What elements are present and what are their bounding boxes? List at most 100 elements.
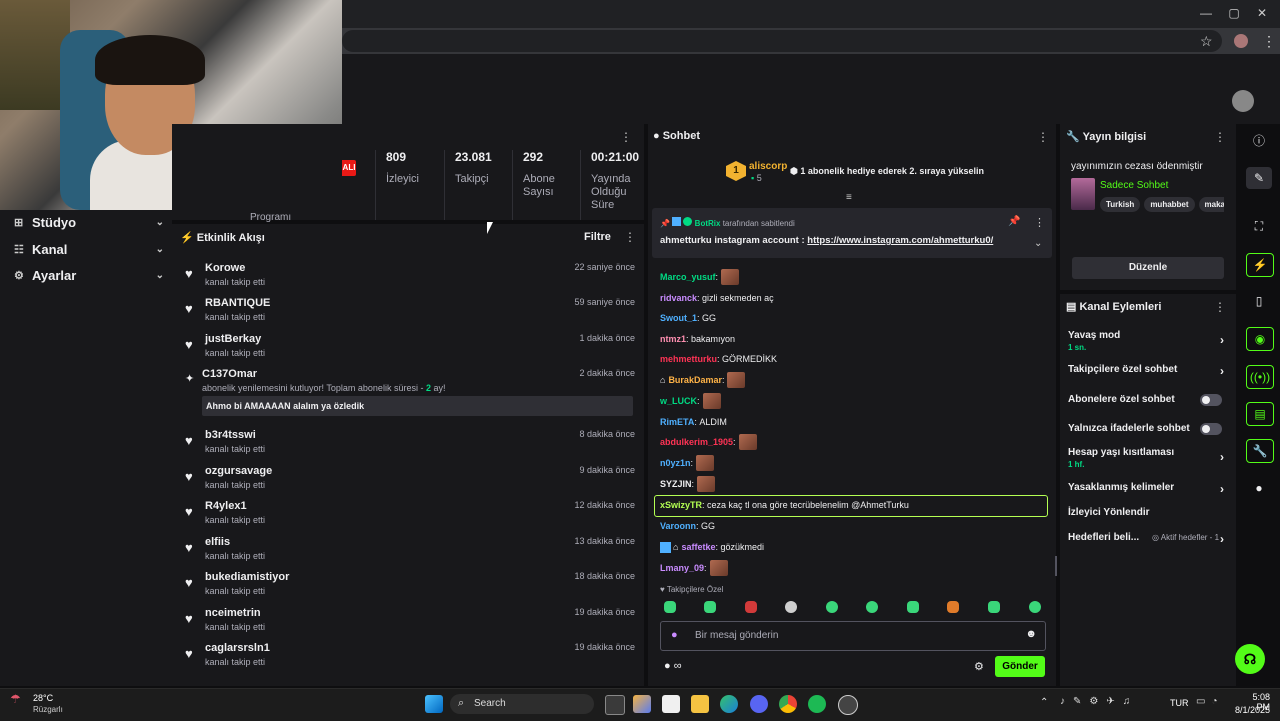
action-emote-only[interactable]: Yalnızca ifadelerle sohbet: [1068, 423, 1228, 435]
emote-icon[interactable]: [866, 601, 878, 613]
emoji-icon[interactable]: ☻: [1025, 628, 1037, 640]
emote-icon[interactable]: [785, 601, 797, 613]
feed-item[interactable]: ♥ bukediamistiyor kanalı takip etti 18 da…: [185, 571, 635, 596]
profile-avatar[interactable]: [1234, 34, 1248, 48]
emote-only-toggle[interactable]: [1200, 423, 1222, 435]
bookmark-star-icon[interactable]: ☆: [1200, 33, 1213, 50]
badges-icon[interactable]: ●: [1246, 477, 1272, 499]
chat-badges-icon[interactable]: ● ∞: [664, 660, 682, 672]
chat-message[interactable]: Marco_yusuf:: [660, 269, 740, 285]
action-slow-mode[interactable]: Yavaş mod 1 sn. ›: [1068, 330, 1228, 352]
chat-username[interactable]: ridvanck: [660, 293, 697, 303]
leaderboard-name[interactable]: aliscorp: [749, 161, 787, 172]
pinned-message[interactable]: [652, 208, 1052, 258]
action-followers-only[interactable]: Takipçilere özel sohbet ›: [1068, 364, 1228, 378]
send-button[interactable]: Gönder: [995, 656, 1045, 677]
chat-bubble-icon[interactable]: ◉: [1246, 327, 1274, 351]
chrome-icon[interactable]: [779, 695, 797, 713]
feed-item[interactable]: ♥ b3r4tsswi kanalı takip etti 8 dakika ön…: [185, 429, 635, 454]
chat-username[interactable]: Marco_yusuf: [660, 272, 716, 282]
chat-username[interactable]: saffetke: [681, 542, 715, 552]
browser-menu-icon[interactable]: ⋮: [1262, 33, 1276, 50]
language-indicator[interactable]: TUR: [1170, 698, 1189, 708]
feed-item[interactable]: ♥ elfiis kanalı takip etti 13 dakika önce: [185, 536, 635, 561]
chat-username[interactable]: ntmz1: [660, 334, 686, 344]
filter-button[interactable]: Filtre: [584, 231, 611, 243]
layout-icon[interactable]: ▤: [1246, 402, 1274, 426]
feed-item[interactable]: ♥ ozgursavage kanalı takip etti 9 dakika …: [185, 465, 635, 490]
chat-settings-icon[interactable]: ⚙: [974, 660, 984, 673]
lightning-icon[interactable]: ⚡: [1246, 253, 1274, 277]
feed-item[interactable]: ♥ Korowe kanalı takip etti 22 saniye önce: [185, 262, 635, 287]
chat-username[interactable]: Varoonn: [660, 521, 696, 531]
spotify-icon[interactable]: [808, 695, 826, 713]
chat-message[interactable]: n0yz1n:: [660, 455, 715, 471]
file-explorer-icon[interactable]: [691, 695, 709, 713]
weather-icon[interactable]: ☂: [10, 692, 21, 706]
emote-icon[interactable]: [664, 601, 676, 613]
sidebar-item-studio[interactable]: ⊞ Stüdyo ⌄: [14, 212, 164, 232]
feed-item[interactable]: ♥ caglarsrsln1 kanalı takip etti 19 dakik…: [185, 642, 635, 667]
chat-input[interactable]: ● Bir mesaj gönderin ☻: [660, 621, 1046, 651]
app-icon[interactable]: [838, 695, 858, 715]
action-goals[interactable]: Hedefleri beli... ◎ Aktif hedefler - 1 ›: [1068, 532, 1228, 546]
task-view-icon[interactable]: [605, 695, 625, 715]
maximize-button[interactable]: ▢: [1224, 6, 1244, 22]
info-icon[interactable]: ⓘ: [1246, 130, 1272, 152]
weather-temp[interactable]: 28°C: [33, 693, 53, 703]
emote-icon[interactable]: [704, 601, 716, 613]
chat-username[interactable]: RimETA: [660, 417, 694, 427]
chat-message[interactable]: ⌂ BurakDamar:: [660, 372, 746, 388]
feed-item[interactable]: ♥ R4ylex1 kanalı takip etti 12 dakika önc…: [185, 500, 635, 525]
subscribers-only-toggle[interactable]: [1200, 394, 1222, 406]
edit-button[interactable]: Düzenle: [1072, 257, 1224, 279]
stats-menu-icon[interactable]: ⋮: [620, 130, 632, 144]
chevron-down-icon[interactable]: ⌄: [1034, 238, 1042, 249]
chat-message[interactable]: Swout_1: GG: [660, 311, 716, 325]
chat-username[interactable]: BurakDamar: [668, 375, 722, 385]
chat-username[interactable]: mehmetturku: [660, 354, 717, 364]
stream-info-menu-icon[interactable]: ⋮: [1214, 130, 1226, 144]
chat-message[interactable]: Varoonn: GG: [660, 519, 715, 533]
chat-username[interactable]: xSwizyTR: [660, 500, 702, 510]
chat-message[interactable]: ntmz1: bakamıyon: [660, 332, 735, 346]
chat-message[interactable]: abdulkerim_1905:: [660, 434, 757, 450]
chat-message[interactable]: ridvanck: gizli sekmeden aç: [660, 291, 774, 305]
emote-icon[interactable]: [988, 601, 1000, 613]
emote-icon[interactable]: [1029, 601, 1041, 613]
network-volume-icons[interactable]: ▭◔: [1196, 696, 1224, 707]
feed-item-subscription[interactable]: ✦ C137Omar abonelik yenilemesini kutluyo…: [185, 368, 635, 393]
chat-message[interactable]: w_LUCK:: [660, 393, 721, 409]
chat-username[interactable]: SYZJIN: [660, 479, 692, 489]
chat-message[interactable]: RimETA: ALDIM: [660, 415, 727, 429]
chat-message[interactable]: Lmany_09:: [660, 560, 728, 576]
chat-username[interactable]: Swout_1: [660, 313, 697, 323]
emote-icon[interactable]: [745, 601, 757, 613]
chat-username[interactable]: w_LUCK: [660, 396, 697, 406]
feed-item[interactable]: ♥ RBANTIQUE kanalı takip etti 59 saniye ö…: [185, 297, 635, 322]
support-headset-icon[interactable]: ☊: [1235, 644, 1265, 674]
wrench-icon[interactable]: 🔧: [1246, 439, 1274, 463]
chat-message[interactable]: xSwizyTR: ceza kaç tl ona göre tecrübele…: [660, 498, 909, 512]
document-icon[interactable]: ▯: [1246, 290, 1272, 312]
store-icon[interactable]: [662, 695, 680, 713]
chat-message[interactable]: ⌂ saffetke: gözükmedi: [660, 540, 764, 554]
address-bar[interactable]: [342, 30, 1222, 52]
pinned-link[interactable]: https://www.instagram.com/ahmetturku0/: [807, 235, 993, 246]
chat-username[interactable]: Lmany_09: [660, 563, 704, 573]
channel-actions-menu-icon[interactable]: ⋮: [1214, 300, 1226, 314]
tray-icons[interactable]: ♪✎⚙✈♫: [1060, 696, 1138, 707]
emote-icon[interactable]: [907, 601, 919, 613]
tray-chevron-icon[interactable]: ⌃: [1040, 697, 1048, 708]
pinned-menu-icon[interactable]: ⋮: [1034, 216, 1045, 229]
sidebar-item-channel[interactable]: ☷ Kanal ⌄: [14, 239, 164, 259]
chat-username[interactable]: n0yz1n: [660, 458, 691, 468]
chat-message[interactable]: SYZJIN:: [660, 476, 716, 492]
action-subscribers-only[interactable]: Abonelere özel sohbet: [1068, 394, 1228, 406]
unpin-icon[interactable]: 📌: [1008, 216, 1020, 227]
chat-scrollbar[interactable]: [1055, 556, 1057, 576]
user-avatar[interactable]: [1232, 90, 1254, 112]
taskbar-search[interactable]: ⌕ Search: [450, 694, 594, 714]
chat-message[interactable]: mehmetturku: GÖRMEDİKK: [660, 352, 777, 366]
action-banned-words[interactable]: Yasaklanmış kelimeler ›: [1068, 482, 1228, 496]
